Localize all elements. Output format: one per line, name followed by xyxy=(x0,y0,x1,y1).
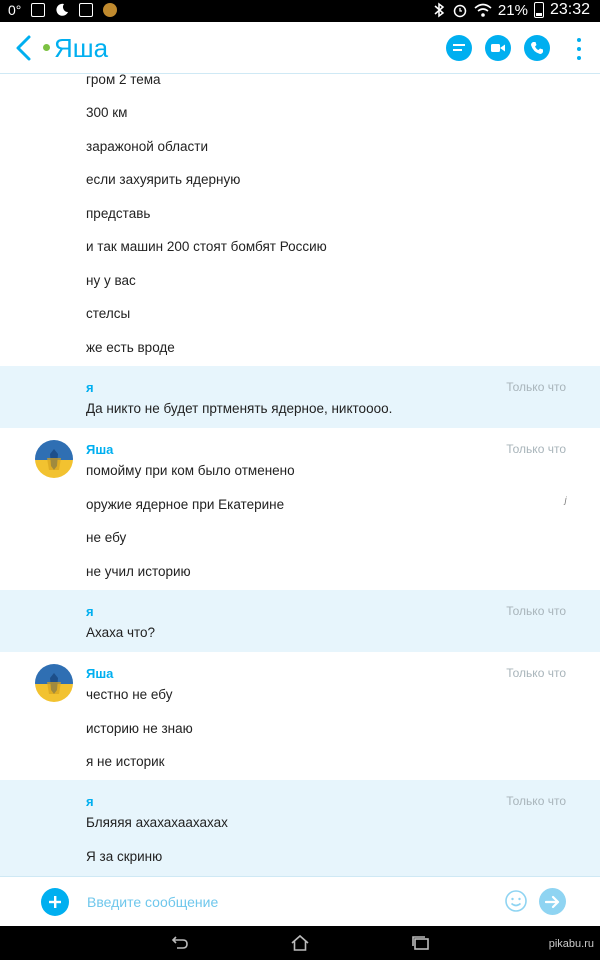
smiley-icon[interactable] xyxy=(504,889,528,913)
message-group: я Только что Бляяяя ахахахаахахах Я за с… xyxy=(0,780,600,876)
message-group: Яша Только что честно не ебу историю не … xyxy=(0,652,600,780)
message-text: 300 км xyxy=(86,105,128,120)
message-text: Я за скриню xyxy=(86,849,163,864)
message-text: не учил историю xyxy=(86,564,191,579)
message-text: историю не знаю xyxy=(86,721,193,736)
image-icon xyxy=(79,3,94,17)
message-text: же есть вроде xyxy=(86,340,175,355)
message-text: гром 2 тема xyxy=(86,74,161,87)
presence-dot xyxy=(43,44,50,51)
message-text: ну у вас xyxy=(86,273,136,288)
temperature-text: 0° xyxy=(8,2,22,18)
chat-header: Яша xyxy=(0,22,600,74)
avatar[interactable] xyxy=(35,440,73,478)
sender-name: я xyxy=(86,604,94,619)
message-text: стелсы xyxy=(86,306,131,321)
wifi-icon xyxy=(474,3,492,17)
sender-name: Яша xyxy=(86,442,114,457)
message-group: я Только что Да никто не будет пртменять… xyxy=(0,366,600,428)
timestamp: Только что xyxy=(506,794,566,808)
chevron-left-icon[interactable] xyxy=(12,34,36,62)
contact-name[interactable]: Яша xyxy=(54,33,108,64)
chat-list-icon xyxy=(453,44,465,51)
timestamp: Только что xyxy=(506,380,566,394)
message-text: и так машин 200 стоят бомбят Россию xyxy=(86,239,327,254)
edited-icon: ʲ xyxy=(564,494,566,509)
alarm-icon xyxy=(453,4,467,18)
message-text: помойму при ком было отменено xyxy=(86,463,295,478)
status-bar: 0° 21% 23:32 xyxy=(0,0,600,22)
phone-call-button[interactable] xyxy=(524,35,550,61)
video-call-button[interactable] xyxy=(485,35,511,61)
sender-name: Яша xyxy=(86,666,114,681)
system-nav-bar: pikabu.ru xyxy=(0,926,600,960)
message-text: представь xyxy=(86,206,151,221)
moon-icon xyxy=(56,3,69,16)
message-text: Да никто не будет пртменять ядерное, ник… xyxy=(86,401,393,416)
message-input[interactable] xyxy=(80,889,480,915)
message-text: если захуярить ядерную xyxy=(86,172,241,187)
timestamp: Только что xyxy=(506,666,566,680)
message-text: не ебу xyxy=(86,530,127,545)
back-nav-icon[interactable] xyxy=(168,934,190,952)
bluetooth-icon xyxy=(434,2,445,18)
sender-name: я xyxy=(86,380,94,395)
recents-nav-icon[interactable] xyxy=(410,934,432,952)
sender-name: я xyxy=(86,794,94,809)
video-call-icon xyxy=(491,44,505,52)
message-group: гром 2 тема 300 км заражоной области есл… xyxy=(0,74,600,366)
message-group: я Только что Ахаха что? xyxy=(0,590,600,652)
message-group: Яша Только что помойму при ком было отме… xyxy=(0,428,600,590)
gmail-icon xyxy=(31,3,46,17)
clock: 23:32 xyxy=(549,1,590,18)
battery-percent: 21% xyxy=(497,1,528,19)
message-text: я не историк xyxy=(86,754,165,769)
timestamp: Только что xyxy=(506,604,566,618)
message-composer xyxy=(0,876,600,926)
chat-list-button[interactable] xyxy=(446,35,472,61)
avatar[interactable] xyxy=(35,664,73,702)
battery-icon xyxy=(533,2,544,18)
message-text: оружие ядерное при Екатерине xyxy=(86,497,285,512)
arrow-right-icon xyxy=(545,895,560,908)
message-text: заражоной области xyxy=(86,139,209,154)
more-vert-icon[interactable] xyxy=(576,38,582,60)
message-text: Ахаха что? xyxy=(86,625,156,640)
timestamp: Только что xyxy=(506,442,566,456)
watermark: pikabu.ru xyxy=(548,938,594,950)
phone-call-icon xyxy=(531,42,543,54)
message-text: Бляяяя ахахахаахахах xyxy=(86,815,228,830)
app-icon xyxy=(103,3,118,17)
chat-history[interactable]: гром 2 тема 300 км заражоной области есл… xyxy=(0,74,600,876)
add-attachment-button[interactable] xyxy=(41,888,69,916)
home-nav-icon[interactable] xyxy=(289,934,311,952)
plus-icon xyxy=(49,896,61,908)
message-text: честно не ебу xyxy=(86,687,173,702)
send-button[interactable] xyxy=(539,888,566,915)
